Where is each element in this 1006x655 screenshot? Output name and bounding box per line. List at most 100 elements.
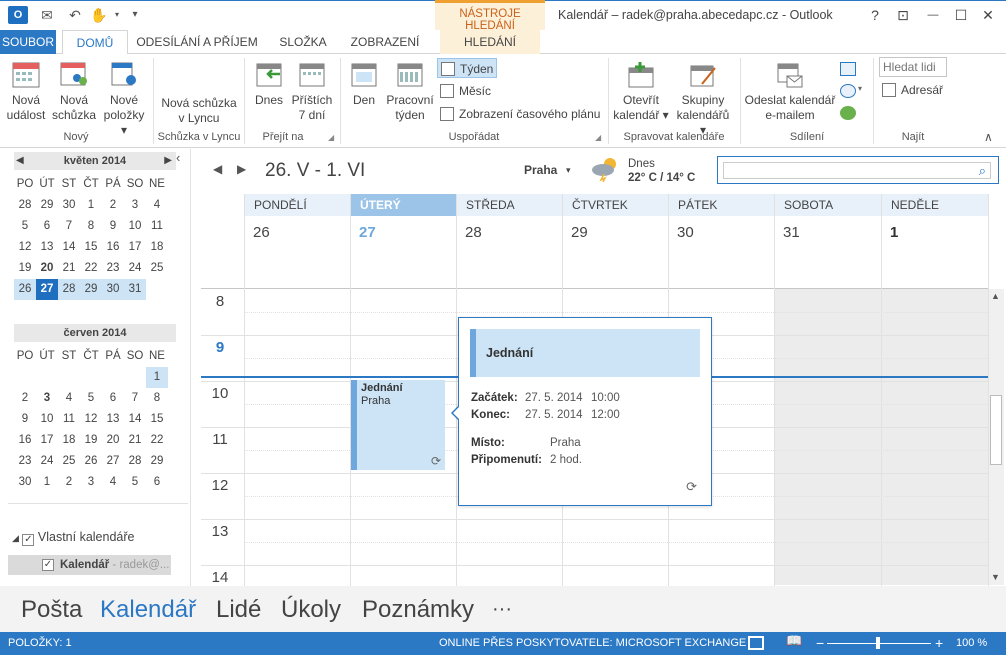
mini-calendar-day[interactable]: 12 — [80, 409, 102, 430]
calendar-group-header[interactable]: ◢ ✓ Vlastní kalendáře — [12, 530, 134, 546]
day-header-2[interactable]: ÚTERÝ — [350, 194, 456, 216]
tab-view[interactable]: ZOBRAZENÍ — [342, 30, 428, 54]
mini-calendar-day[interactable]: 18 — [146, 237, 168, 258]
mini-calendar-day[interactable]: 20 — [36, 258, 58, 279]
new-items-button[interactable]: Nové položky ▾ — [100, 60, 148, 138]
scroll-thumb[interactable] — [990, 395, 1002, 465]
tab-file[interactable]: SOUBOR — [0, 30, 56, 54]
mini-calendar-day[interactable]: 20 — [102, 430, 124, 451]
mini-calendar-day[interactable]: 5 — [124, 472, 146, 493]
mini-calendar-day[interactable]: 31 — [124, 279, 146, 300]
email-calendar-button[interactable]: Odeslat kalendář e-mailem — [744, 60, 836, 123]
scroll-down-icon[interactable]: ▼ — [991, 572, 1000, 582]
new-lync-meeting-button[interactable]: Nová schůzka v Lyncu — [158, 96, 240, 126]
mini-calendar-day[interactable]: 30 — [14, 472, 36, 493]
mini-calendar-day[interactable]: 22 — [146, 430, 168, 451]
mini-calendar-day[interactable]: 2 — [58, 472, 80, 493]
day-header-3[interactable]: STŘEDA — [456, 194, 562, 216]
today-button[interactable]: Dnes — [250, 60, 288, 108]
zoom-in-button[interactable]: + — [935, 632, 943, 655]
new-meeting-button[interactable]: Nová schůzka — [52, 60, 96, 123]
mini-calendar-day[interactable]: 24 — [124, 258, 146, 279]
maximize-button[interactable]: ☐ — [948, 4, 974, 26]
help-button[interactable]: ? — [862, 4, 888, 26]
publish-online-icon[interactable] — [840, 84, 856, 98]
outlook-app-icon[interactable]: O — [8, 6, 28, 24]
minimize-button[interactable]: — — [920, 4, 946, 26]
search-people-input[interactable] — [879, 57, 947, 77]
mini-calendar-day[interactable]: 21 — [124, 430, 146, 451]
day-header-1[interactable]: PONDĚLÍ — [244, 194, 350, 216]
day-header-6[interactable]: SOBOTA — [774, 194, 881, 216]
mini-calendar-day[interactable]: 19 — [80, 430, 102, 451]
scroll-up-icon[interactable]: ▲ — [991, 291, 1000, 301]
mini-calendar-day[interactable]: 4 — [146, 195, 168, 216]
arrange-dialog-launcher-icon[interactable]: ◢ — [595, 133, 601, 142]
zoom-slider-thumb[interactable] — [876, 637, 880, 649]
mini-calendar-day[interactable]: 16 — [102, 237, 124, 258]
nav-notes[interactable]: Poznámky — [362, 596, 474, 624]
nav-mail[interactable]: Pošta — [21, 596, 82, 624]
mini-calendar-day[interactable]: 1 — [80, 195, 102, 216]
reading-view-icon[interactable]: 📖 — [786, 633, 802, 649]
mini-calendar-day[interactable]: 26 — [14, 279, 36, 300]
mini-calendar-day[interactable]: 25 — [58, 451, 80, 472]
mini-calendar-day[interactable]: 17 — [36, 430, 58, 451]
day-number-1[interactable]: 26 — [244, 224, 270, 241]
nav-tasks[interactable]: Úkoly — [281, 596, 341, 624]
tab-folder[interactable]: SLOŽKA — [270, 30, 336, 54]
mini-calendar-day[interactable]: 7 — [58, 216, 80, 237]
zoom-out-button[interactable]: − — [816, 632, 824, 655]
mini-calendar-day[interactable]: 26 — [80, 451, 102, 472]
day-view-button[interactable]: Den — [346, 60, 382, 108]
calendar-folder-item[interactable]: ✓ Kalendář - radek@... — [8, 555, 171, 575]
close-button[interactable]: ✕ — [975, 4, 1001, 26]
mini-calendar-day[interactable]: 23 — [102, 258, 124, 279]
address-book-button[interactable]: Adresář — [879, 80, 949, 100]
mini-calendar-day[interactable]: 14 — [58, 237, 80, 258]
ribbon-display-options-button[interactable]: ⊡ — [890, 4, 916, 26]
mini-calendar-day[interactable]: 15 — [146, 409, 168, 430]
search-input[interactable] — [723, 162, 991, 179]
mini-calendar-day[interactable]: 2 — [102, 195, 124, 216]
mini-calendar-day[interactable]: 30 — [58, 195, 80, 216]
mini-calendar-day[interactable]: 3 — [36, 388, 58, 409]
collapse-folder-pane-button[interactable]: ‹ — [176, 150, 180, 165]
day-header-7[interactable]: NEDĚLE — [881, 194, 988, 216]
mini-calendar-day[interactable]: 24 — [36, 451, 58, 472]
send-receive-icon[interactable]: ✉ — [38, 6, 56, 24]
mini-calendar-day[interactable]: 14 — [124, 409, 146, 430]
day-number-7[interactable]: 1 — [881, 224, 898, 241]
mini-calendar-day[interactable]: 13 — [36, 237, 58, 258]
new-appointment-button[interactable]: Nová událost — [4, 60, 48, 123]
mini-calendar-day[interactable]: 23 — [14, 451, 36, 472]
prev-month-icon[interactable]: ◀ — [16, 152, 24, 170]
mini-calendar-day[interactable]: 6 — [146, 472, 168, 493]
schedule-view-button[interactable]: Zobrazení časového plánu — [437, 104, 607, 124]
calendar-checkbox[interactable]: ✓ — [42, 559, 54, 571]
tab-search[interactable]: HLEDÁNÍ — [440, 30, 540, 54]
mini-calendar-day[interactable]: 29 — [146, 451, 168, 472]
month-view-button[interactable]: Měsíc — [437, 81, 517, 101]
zoom-level[interactable]: 100 % — [956, 632, 987, 655]
mini-calendar-day[interactable]: 30 — [102, 279, 124, 300]
mini-calendar-day[interactable]: 9 — [102, 216, 124, 237]
mini-calendar-day[interactable]: 7 — [124, 388, 146, 409]
tab-send-receive[interactable]: ODESÍLÁNÍ A PŘÍJEM — [134, 30, 260, 54]
weather-city[interactable]: Praha — [524, 163, 557, 177]
mini-calendar-day[interactable]: 3 — [124, 195, 146, 216]
open-calendar-button[interactable]: Otevřít kalendář ▾ — [612, 60, 670, 123]
day-number-3[interactable]: 28 — [456, 224, 482, 241]
mini-calendar-day[interactable]: 2 — [14, 388, 36, 409]
mini-calendar-day[interactable]: 28 — [58, 279, 80, 300]
expand-collapse-icon[interactable]: ◢ — [12, 533, 19, 543]
appointment-jednani[interactable]: Jednání Praha ⟳ — [351, 380, 445, 470]
work-week-button[interactable]: Pracovní týden — [384, 60, 436, 123]
mini-calendar-day[interactable]: 27 — [102, 451, 124, 472]
mini-calendar-day[interactable]: 9 — [14, 409, 36, 430]
mini-calendar-day[interactable]: 4 — [58, 388, 80, 409]
mini-calendar-day[interactable]: 16 — [14, 430, 36, 451]
tab-home[interactable]: DOMŮ — [62, 30, 128, 55]
goto-dialog-launcher-icon[interactable]: ◢ — [328, 133, 334, 142]
mini-calendar-day[interactable]: 8 — [146, 388, 168, 409]
